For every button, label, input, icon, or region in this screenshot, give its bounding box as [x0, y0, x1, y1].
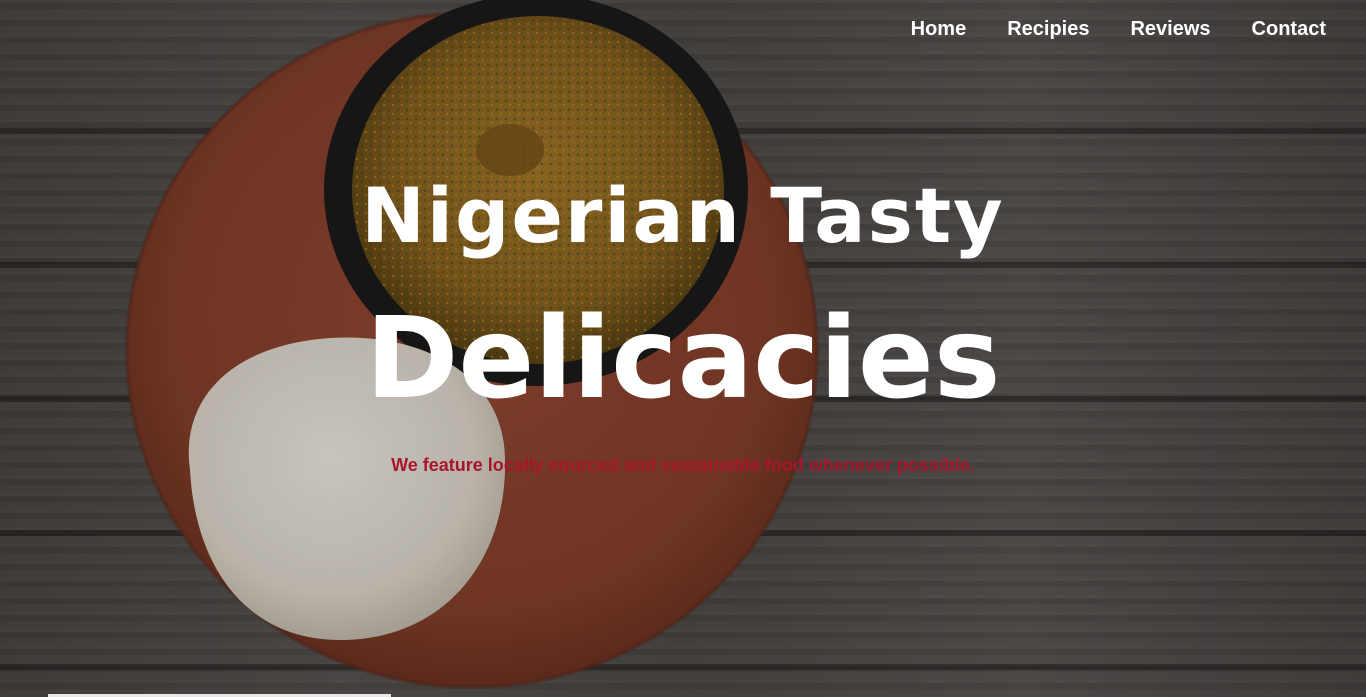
- hero-tagline: We feature locally sourced and sustainab…: [391, 455, 975, 475]
- nav-link-recipies[interactable]: Recipies: [1007, 18, 1089, 41]
- nav-link-contact[interactable]: Contact: [1252, 18, 1326, 41]
- nav-link-home[interactable]: Home: [911, 18, 967, 41]
- hero-section: Home Recipies Reviews Contact Nigerian T…: [0, 0, 1366, 697]
- nav-link-reviews[interactable]: Reviews: [1130, 18, 1210, 41]
- hero-title-line2: Delicacies: [365, 294, 1001, 424]
- hero-title-line1: Nigerian Tasty: [361, 171, 1005, 260]
- main-nav: Home Recipies Reviews Contact: [911, 18, 1326, 41]
